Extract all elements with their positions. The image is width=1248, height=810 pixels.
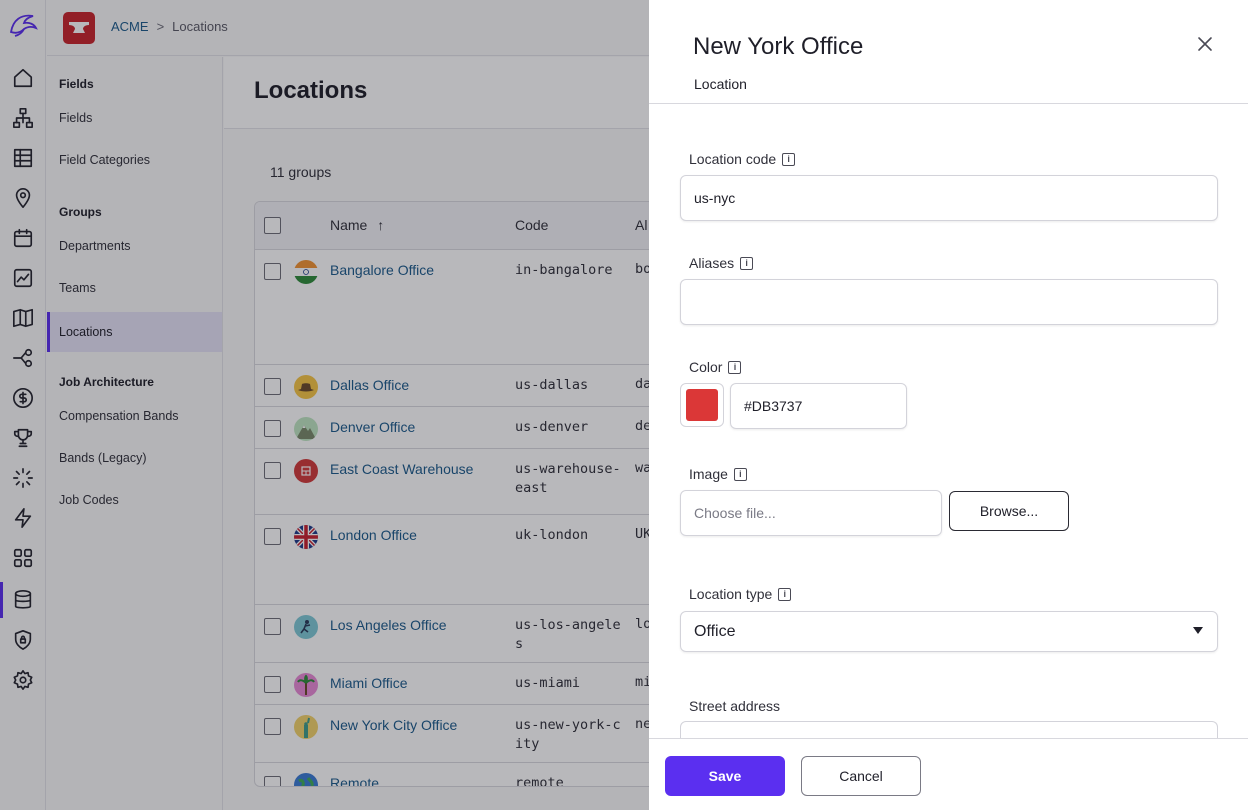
location-type-select[interactable]: Office bbox=[680, 611, 1218, 652]
modal-backdrop[interactable] bbox=[0, 0, 649, 810]
info-icon[interactable]: i bbox=[740, 256, 754, 270]
drawer-subtitle: Location bbox=[694, 76, 747, 92]
location-code-input[interactable]: us-nyc bbox=[680, 175, 1218, 221]
browse-button[interactable]: Browse... bbox=[949, 491, 1069, 531]
color-hex-input[interactable]: #DB3737 bbox=[730, 383, 907, 429]
drawer-header: New York Office Location bbox=[649, 0, 1248, 104]
close-icon[interactable] bbox=[1195, 34, 1215, 54]
color-label-text: Color bbox=[689, 359, 723, 375]
location-type-label-text: Location type bbox=[689, 586, 773, 602]
chevron-down-icon bbox=[1193, 627, 1203, 634]
info-icon[interactable]: i bbox=[782, 152, 796, 166]
info-icon[interactable]: i bbox=[728, 360, 742, 374]
color-swatch bbox=[686, 389, 718, 421]
aliases-input[interactable] bbox=[680, 279, 1218, 325]
image-label: Image i bbox=[689, 466, 747, 482]
street-address-label-text: Street address bbox=[689, 698, 781, 714]
drawer-footer: Save Cancel bbox=[649, 738, 1248, 810]
location-code-label-text: Location code bbox=[689, 151, 777, 167]
color-label: Color i bbox=[689, 359, 742, 375]
location-type-value: Office bbox=[694, 622, 736, 640]
info-icon[interactable]: i bbox=[778, 587, 792, 601]
aliases-label-text: Aliases bbox=[689, 255, 735, 271]
color-picker-button[interactable] bbox=[680, 383, 724, 427]
edit-location-drawer: New York Office Location Location code i … bbox=[649, 0, 1248, 810]
location-code-label: Location code i bbox=[689, 151, 796, 167]
app: ACME > Locations Fields Fields Field Categ… bbox=[0, 0, 1248, 810]
save-button[interactable]: Save bbox=[665, 756, 785, 796]
image-file-input[interactable]: Choose file... bbox=[680, 490, 942, 536]
drawer-title: New York Office bbox=[693, 33, 864, 60]
street-address-label: Street address bbox=[689, 698, 780, 714]
image-label-text: Image bbox=[689, 466, 728, 482]
aliases-label: Aliases i bbox=[689, 255, 754, 271]
info-icon[interactable]: i bbox=[733, 467, 747, 481]
location-type-label: Location type i bbox=[689, 586, 792, 602]
cancel-button[interactable]: Cancel bbox=[801, 756, 921, 796]
